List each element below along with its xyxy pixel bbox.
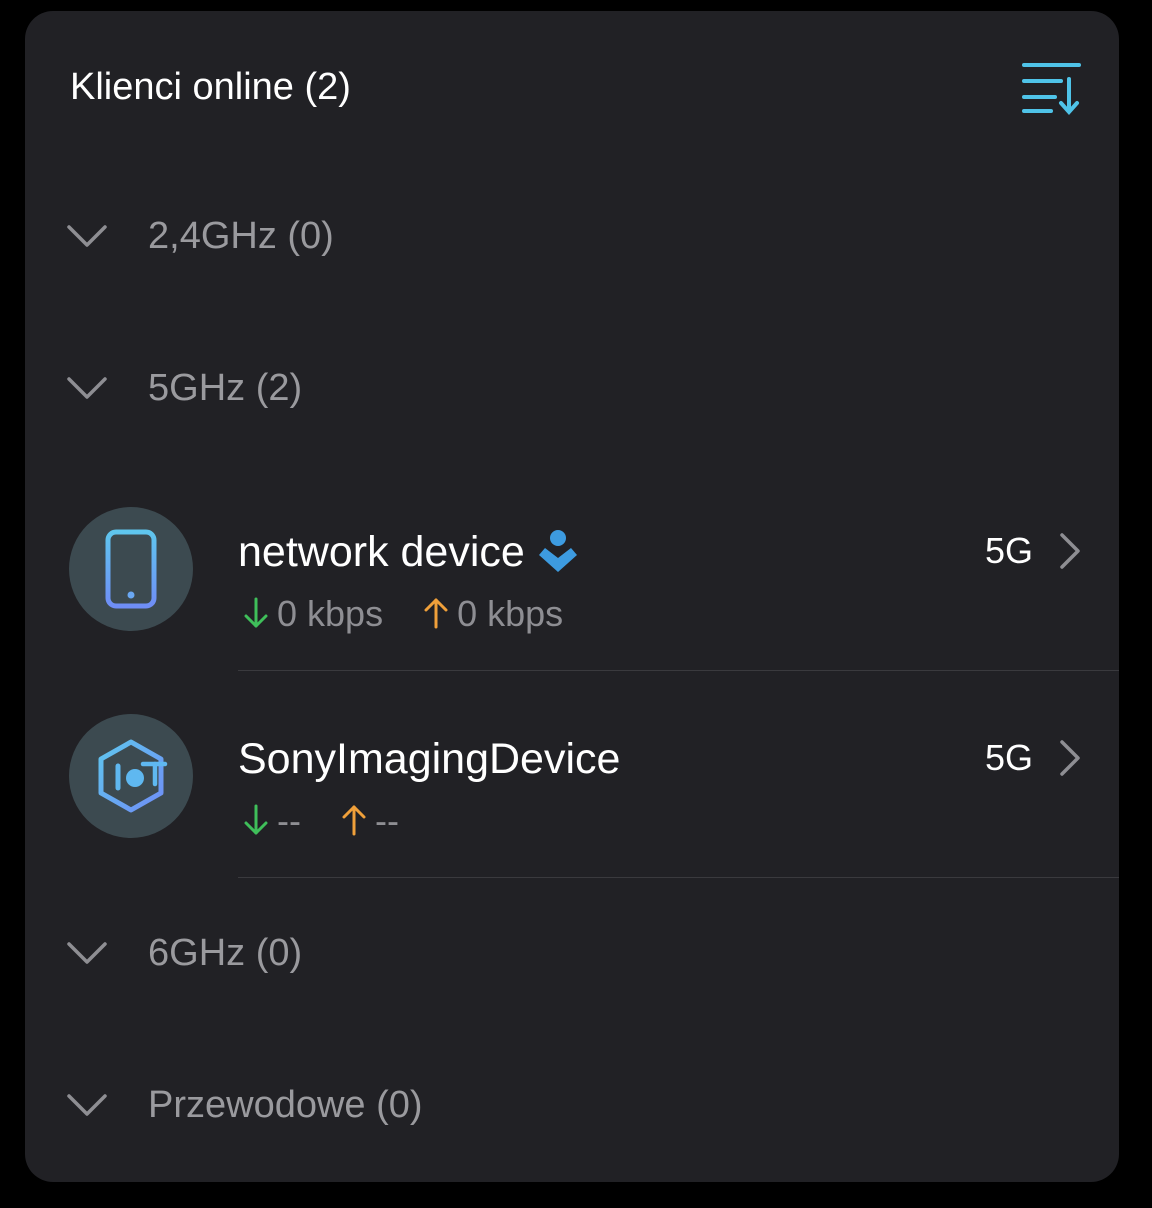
client-row[interactable]: network device 0 kbps 0 kbps 5G xyxy=(25,477,1119,683)
page-title: Klienci online (2) xyxy=(70,66,351,108)
client-name: network device xyxy=(238,527,579,579)
iot-device-icon xyxy=(98,739,168,813)
parental-control-person-icon xyxy=(538,529,577,572)
chevron-down-icon xyxy=(67,377,107,399)
upload-arrow-icon xyxy=(424,598,448,629)
client-rates: -- -- xyxy=(243,799,429,843)
client-rates: 0 kbps 0 kbps xyxy=(243,592,593,636)
download-rate: -- xyxy=(243,799,301,843)
group-label: Przewodowe (0) xyxy=(148,1084,423,1126)
group-6ghz[interactable]: 6GHz (0) xyxy=(65,920,1119,990)
sort-descending-icon[interactable] xyxy=(1021,61,1083,117)
upload-value: 0 kbps xyxy=(457,593,564,634)
upload-rate: 0 kbps xyxy=(423,592,563,636)
divider xyxy=(238,670,1119,671)
client-band: 5G xyxy=(984,737,1033,778)
download-arrow-icon xyxy=(244,804,268,835)
download-value: -- xyxy=(277,800,301,841)
smartphone-icon xyxy=(105,529,157,609)
group-label: 2,4GHz (0) xyxy=(148,215,334,257)
group-label: 6GHz (0) xyxy=(148,932,303,974)
client-avatar xyxy=(69,714,193,838)
chevron-down-icon xyxy=(67,942,107,964)
download-value: 0 kbps xyxy=(277,593,384,634)
group-2-4ghz[interactable]: 2,4GHz (0) xyxy=(65,203,1119,273)
client-row[interactable]: SonyImagingDevice -- -- 5G xyxy=(25,684,1119,890)
divider xyxy=(238,877,1119,878)
client-avatar xyxy=(69,507,193,631)
chevron-down-icon xyxy=(67,1094,107,1116)
download-arrow-icon xyxy=(244,597,268,628)
upload-value: -- xyxy=(375,800,399,841)
download-rate: 0 kbps xyxy=(243,592,383,636)
chevron-down-icon xyxy=(67,225,107,247)
chevron-right-icon xyxy=(1060,740,1080,776)
upload-arrow-icon xyxy=(342,805,366,836)
client-band: 5G xyxy=(984,530,1033,571)
online-clients-card: Klienci online (2) 2,4GHz (0) 5GHz (2) n… xyxy=(25,11,1119,1182)
group-label: 5GHz (2) xyxy=(148,367,303,409)
upload-rate: -- xyxy=(341,799,399,843)
card-header: Klienci online (2) xyxy=(70,61,1083,131)
chevron-right-icon xyxy=(1060,533,1080,569)
group-wired[interactable]: Przewodowe (0) xyxy=(65,1072,1119,1142)
client-name: SonyImagingDevice xyxy=(238,735,621,783)
group-5ghz[interactable]: 5GHz (2) xyxy=(65,355,1119,425)
